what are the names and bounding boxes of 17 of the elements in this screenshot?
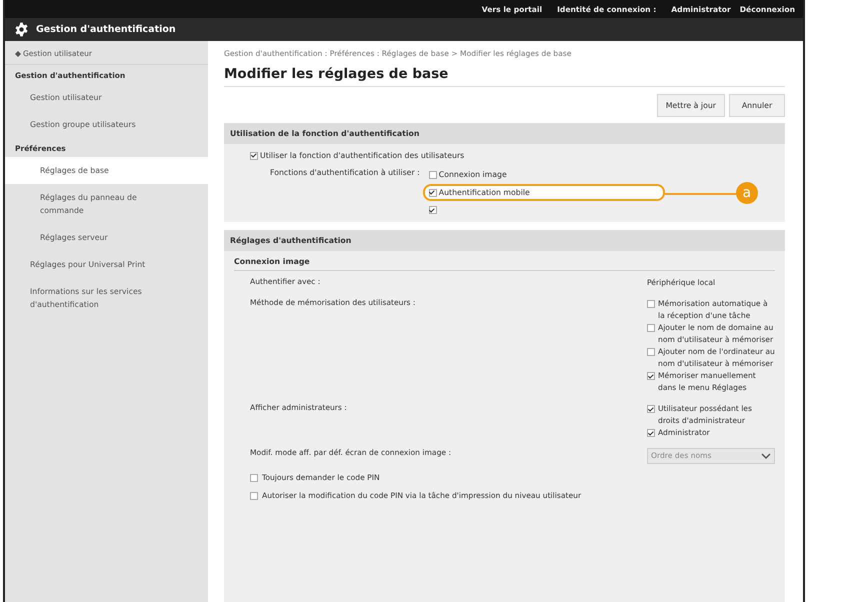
checkbox[interactable] — [428, 170, 437, 178]
callout-badge: a — [736, 182, 758, 204]
checkbox[interactable] — [647, 405, 655, 413]
checkbox[interactable] — [250, 492, 258, 500]
gear-icon — [14, 22, 29, 37]
checkbox[interactable] — [428, 206, 437, 214]
page-title: Modifier les réglages de base — [224, 66, 785, 87]
checkbox[interactable] — [647, 372, 655, 380]
app-title: Gestion d'authentification — [36, 24, 176, 35]
checkbox[interactable] — [647, 429, 655, 437]
chevron-down-icon — [761, 453, 771, 459]
checkbox[interactable] — [428, 188, 437, 196]
checkbox[interactable] — [250, 152, 258, 160]
checkbox[interactable] — [647, 348, 655, 356]
checkbox[interactable] — [647, 324, 655, 332]
checkbox[interactable] — [250, 474, 258, 482]
checkbox[interactable] — [647, 300, 655, 308]
